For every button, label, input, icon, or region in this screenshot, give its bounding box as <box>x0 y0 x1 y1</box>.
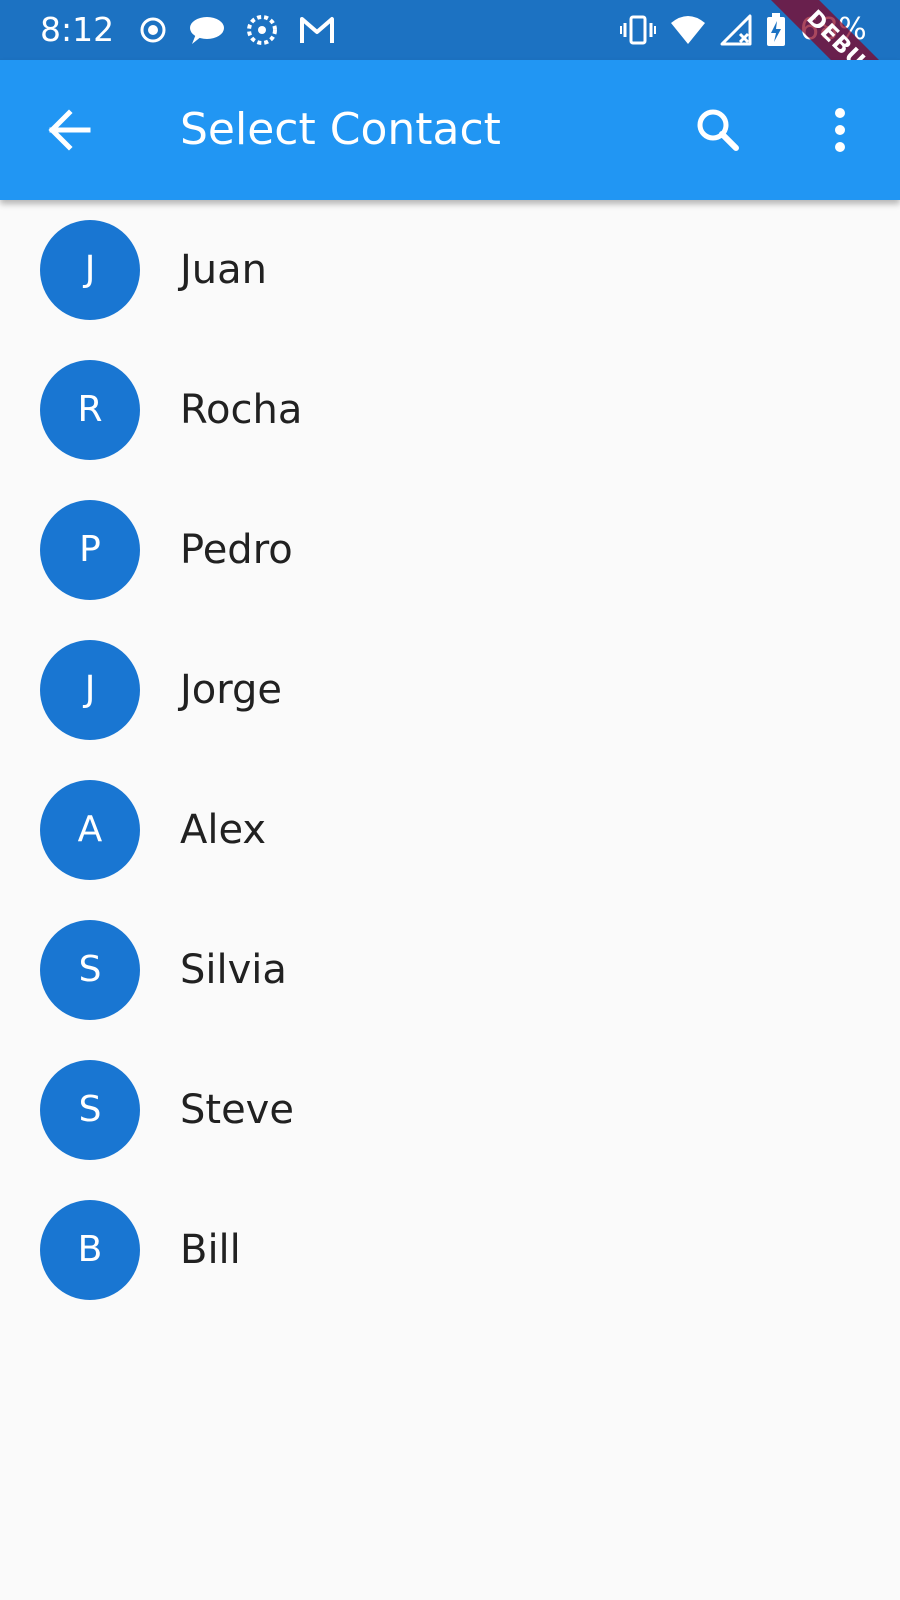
contact-name: Silvia <box>180 947 287 993</box>
list-item[interactable]: S Silvia <box>0 900 900 1040</box>
status-left-icons <box>138 12 336 48</box>
list-item[interactable]: B Bill <box>0 1180 900 1320</box>
avatar: R <box>40 360 140 460</box>
gmail-icon <box>298 15 336 45</box>
avatar: S <box>40 1060 140 1160</box>
battery-percent: 68% <box>800 12 867 47</box>
contact-list: J Juan R Rocha P Pedro J Jorge A Alex S … <box>0 200 900 1320</box>
more-vert-icon[interactable] <box>816 104 868 156</box>
list-item[interactable]: A Alex <box>0 760 900 900</box>
no-signal-icon <box>720 14 752 46</box>
sync-icon <box>244 12 280 48</box>
chat-icon <box>186 14 226 46</box>
avatar: S <box>40 920 140 1020</box>
page-title: Select Contact <box>180 104 501 155</box>
contact-name: Rocha <box>180 387 303 433</box>
record-icon <box>138 15 168 45</box>
status-right-icons: 68% <box>620 12 867 48</box>
status-time: 8:12 <box>40 10 115 49</box>
list-item[interactable]: S Steve <box>0 1040 900 1180</box>
list-item[interactable]: R Rocha <box>0 340 900 480</box>
contact-name: Pedro <box>180 527 293 573</box>
wifi-icon <box>670 15 706 45</box>
contact-name: Jorge <box>180 667 283 713</box>
avatar: A <box>40 780 140 880</box>
avatar: B <box>40 1200 140 1300</box>
vibrate-icon <box>620 14 656 46</box>
avatar: J <box>40 640 140 740</box>
list-item[interactable]: P Pedro <box>0 480 900 620</box>
contact-name: Juan <box>180 247 268 293</box>
search-icon[interactable] <box>692 104 744 156</box>
contact-name: Steve <box>180 1087 294 1133</box>
battery-charging-icon <box>766 13 786 47</box>
app-bar: Select Contact <box>0 60 900 200</box>
status-bar: 8:12 68% <box>0 0 900 60</box>
list-item[interactable]: J Jorge <box>0 620 900 760</box>
avatar: J <box>40 220 140 320</box>
contact-name: Bill <box>180 1227 241 1273</box>
avatar: P <box>40 500 140 600</box>
contact-name: Alex <box>180 807 267 853</box>
arrow-back-icon[interactable] <box>44 104 96 156</box>
list-item[interactable]: J Juan <box>0 200 900 340</box>
